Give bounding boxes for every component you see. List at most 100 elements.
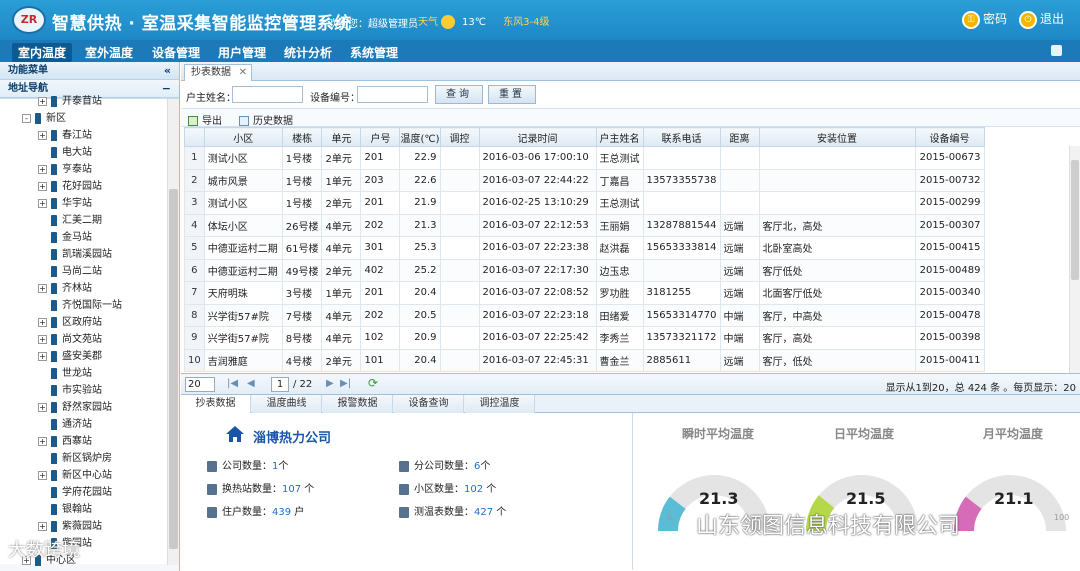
tree-item[interactable]: + 齐林站	[38, 280, 92, 297]
menu-statistics[interactable]: 统计分析	[278, 43, 338, 62]
reset-button[interactable]: 重置	[488, 85, 536, 104]
btab-alarm-data[interactable]: 报警数据	[323, 395, 393, 413]
column-header[interactable]	[184, 127, 205, 147]
column-header[interactable]: 安装位置	[758, 127, 916, 147]
tree-item[interactable]: 齐悦国际一站	[38, 297, 122, 314]
table-row[interactable]: 1 测试小区 1号楼 2单元 201 22.9 2016-03-06 17:00:10 王总测…	[184, 146, 985, 170]
expand-toggle-icon[interactable]: +	[38, 198, 47, 208]
column-header[interactable]: 楼栋	[281, 127, 323, 147]
table-cell: 客厅，低处	[758, 348, 916, 372]
fullscreen-icon[interactable]	[1051, 45, 1062, 56]
column-header[interactable]: 距离	[719, 127, 760, 147]
table-row[interactable]: 2 城市风景 1号楼 1单元 203 22.6 2016-03-07 22:44:22 丁嘉昌…	[184, 168, 985, 192]
tree-item[interactable]: + 盛安美郡	[38, 348, 102, 365]
device-number-input[interactable]	[357, 86, 428, 103]
tree-item[interactable]: + 新区中心站	[38, 467, 112, 484]
menu-outdoor-temp[interactable]: 室外温度	[79, 43, 139, 62]
tree-item[interactable]: 学府花园站	[38, 484, 112, 501]
expand-toggle-icon[interactable]: +	[38, 130, 47, 140]
tree-item[interactable]: + 西寨站	[38, 433, 92, 450]
tree-item[interactable]: + 春江站	[38, 127, 92, 144]
table-row[interactable]: 7 天府明珠 3号楼 1单元 201 20.4 2016-03-07 22:08:52 罗功胜…	[184, 281, 985, 305]
menu-system-management[interactable]: 系统管理	[344, 43, 404, 62]
column-header[interactable]: 户主姓名	[595, 127, 644, 147]
expand-toggle-icon[interactable]: +	[38, 334, 47, 344]
table-row[interactable]: 4 体坛小区 26号楼 4单元 202 21.3 2016-03-07 22:12:53 王丽…	[184, 213, 985, 237]
tree-item[interactable]: 马尚二站	[38, 263, 102, 280]
tree-item[interactable]: + 花好园站	[38, 178, 102, 195]
column-header[interactable]: 小区	[203, 127, 283, 147]
tree-item[interactable]: 金马站	[38, 229, 92, 246]
tree-scrollbar[interactable]	[167, 99, 179, 565]
tree-item[interactable]: 汇美二期	[38, 212, 102, 229]
logout-button[interactable]: ⏻ 退出	[1019, 10, 1064, 29]
history-button[interactable]: 历史数据	[239, 112, 293, 127]
btab-device-query[interactable]: 设备查询	[394, 395, 464, 413]
expand-toggle-icon[interactable]: +	[38, 521, 47, 531]
expand-toggle-icon[interactable]: +	[38, 164, 47, 174]
table-row[interactable]: 3 测试小区 1号楼 2单元 201 21.9 2016-02-25 13:10:29 王总测…	[184, 191, 985, 215]
btab-control-temp[interactable]: 调控温度	[465, 395, 535, 413]
close-icon[interactable]: ✕	[239, 65, 247, 81]
last-page-icon[interactable]: ▶|	[340, 378, 351, 389]
query-button[interactable]: 查询	[435, 85, 483, 104]
column-header[interactable]: 温度(℃)	[399, 127, 441, 147]
prev-page-icon[interactable]: ◀	[247, 378, 255, 389]
tree-item[interactable]: 电大站	[38, 144, 92, 161]
tree-item[interactable]: - 新区	[22, 110, 66, 127]
column-header[interactable]: 调控	[439, 127, 480, 147]
export-button[interactable]: 导出	[188, 112, 222, 127]
tree-item[interactable]: 通济站	[38, 416, 92, 433]
page-size-select[interactable]: 20	[185, 377, 215, 392]
tree-item[interactable]: + 开泰苜站	[38, 93, 102, 110]
password-button[interactable]: ⚿ 密码	[962, 10, 1007, 29]
tree-item[interactable]: 银翰站	[38, 501, 92, 518]
tree-item[interactable]: + 华宇站	[38, 195, 92, 212]
refresh-icon[interactable]: ⟳	[368, 376, 378, 390]
menu-device-management[interactable]: 设备管理	[146, 43, 206, 62]
tree-item[interactable]: 凯瑞溪园站	[38, 246, 112, 263]
expand-toggle-icon[interactable]: +	[38, 470, 47, 480]
scrollbar-thumb[interactable]	[169, 189, 178, 549]
table-cell: 2单元	[321, 146, 362, 170]
table-row[interactable]: 9 兴学街57#院 8号楼 4单元 102 20.9 2016-03-07 22:25:42…	[184, 326, 985, 350]
table-row[interactable]: 10 吉润雅庭 4号楼 2单元 101 20.4 2016-03-07 22:45:31 曹金…	[184, 348, 985, 372]
tree-item[interactable]: + 区政府站	[38, 314, 102, 331]
table-row[interactable]: 6 中德亚运村二期 49号楼 2单元 402 25.2 2016-03-07 22:17:3…	[184, 258, 985, 282]
column-header[interactable]: 联系电话	[642, 127, 721, 147]
tree-item[interactable]: 市实验站	[38, 382, 102, 399]
tree-item[interactable]: + 尚文苑站	[38, 331, 102, 348]
expand-toggle-icon[interactable]: -	[22, 113, 31, 123]
expand-toggle-icon[interactable]: +	[38, 181, 47, 191]
expand-toggle-icon[interactable]: +	[38, 402, 47, 412]
expand-toggle-icon[interactable]: +	[38, 351, 47, 361]
tree-item[interactable]: + 紫薇园站	[38, 518, 102, 535]
grid-scrollbar[interactable]	[1069, 146, 1080, 373]
table-row[interactable]: 5 中德亚运村二期 61号楼 4单元 301 25.3 2016-03-07 22:23:3…	[184, 236, 985, 260]
expand-toggle-icon[interactable]: +	[38, 436, 47, 446]
tree-item[interactable]: + 亨泰站	[38, 161, 92, 178]
expand-toggle-icon[interactable]: +	[38, 96, 47, 106]
btab-meter-data[interactable]: 抄表数据	[181, 395, 251, 413]
tree-item[interactable]: 世龙站	[38, 365, 92, 382]
table-row[interactable]: 8 兴学街57#院 7号楼 4单元 202 20.5 2016-03-07 22:23:18…	[184, 303, 985, 327]
tree-item[interactable]: + 舒然家园站	[38, 399, 112, 416]
tab-meter-data[interactable]: 抄表数据 ✕	[184, 64, 252, 81]
btab-temp-curve[interactable]: 温度曲线	[252, 395, 322, 413]
menu-indoor-temp[interactable]: 室内温度	[12, 43, 73, 62]
column-header[interactable]: 单元	[321, 127, 362, 147]
column-header[interactable]: 设备编号	[914, 127, 985, 147]
page-number-input[interactable]: 1	[271, 377, 289, 392]
owner-name-input[interactable]	[232, 86, 303, 103]
menu-user-management[interactable]: 用户管理	[212, 43, 272, 62]
next-page-icon[interactable]: ▶	[326, 378, 334, 389]
expand-toggle-icon[interactable]: +	[38, 317, 47, 327]
scrollbar-thumb[interactable]	[1071, 160, 1079, 280]
column-header[interactable]: 户号	[360, 127, 401, 147]
collapse-icon[interactable]: «	[164, 62, 171, 80]
minus-icon[interactable]: −	[162, 80, 171, 98]
first-page-icon[interactable]: |◀	[227, 378, 238, 389]
expand-toggle-icon[interactable]: +	[38, 283, 47, 293]
column-header[interactable]: 记录时间	[478, 127, 597, 147]
tree-item[interactable]: 新区锅炉房	[38, 450, 112, 467]
